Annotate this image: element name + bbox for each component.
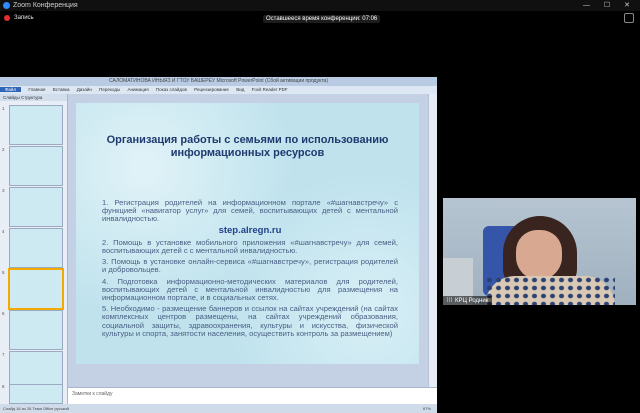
slide-number: 3 xyxy=(2,188,5,193)
ppt-title-bar: САЛОМАТИНОВА ИНЫЯЗ И ГТОУ БАШЕРЕУ Micros… xyxy=(0,77,437,86)
recording-indicator[interactable]: Запись xyxy=(4,15,34,21)
recording-label: Запись xyxy=(14,15,34,21)
window-controls[interactable]: — ☐ ✕ xyxy=(583,0,636,11)
slide-item: 1. Регистрация родителей на информационн… xyxy=(102,198,398,224)
meeting-timer: Оставшееся время конференции: 07:06 xyxy=(263,15,381,23)
shared-screen-powerpoint: САЛОМАТИНОВА ИНЫЯЗ И ГТОУ БАШЕРЕУ Micros… xyxy=(0,77,437,413)
participant-body xyxy=(485,276,615,305)
slide-item: 2. Помощь в установке мобильного приложе… xyxy=(102,237,398,256)
sidebar-tabs[interactable]: Слайды Структура xyxy=(0,94,67,101)
ppt-status-bar: Слайд 16 из 26 Тема Office русский 67% xyxy=(0,404,437,413)
ppt-tab-foxit[interactable]: Foxit Reader PDF xyxy=(252,87,288,92)
slide-thumbnail[interactable] xyxy=(9,105,63,145)
zoom-level[interactable]: 67% xyxy=(423,404,431,413)
slide-thumbnail[interactable] xyxy=(9,228,63,268)
slide-heading: Организация работы с семьями по использо… xyxy=(106,134,389,159)
ppt-ribbon-tabs: Файл Главная Вставка Дизайн Переходы Ани… xyxy=(0,86,437,94)
slide-number: 6 xyxy=(2,311,5,316)
slide-item: 5. Необходимо - размещение баннеров и сс… xyxy=(102,304,398,338)
current-slide[interactable]: Организация работы с семьями по использо… xyxy=(76,103,419,364)
participant-video[interactable]: КРЦ Родник xyxy=(443,198,636,305)
ppt-tab-file[interactable]: Файл xyxy=(0,87,22,92)
slide-number: 5 xyxy=(2,270,5,275)
slide-number: 2 xyxy=(2,147,5,152)
slide-thumbnail[interactable] xyxy=(9,310,63,350)
ppt-tab-insert[interactable]: Вставка xyxy=(53,87,70,92)
window-title: Zoom Конференция xyxy=(13,2,78,9)
vertical-scrollbar[interactable] xyxy=(428,94,437,387)
slide-thumbnail[interactable] xyxy=(9,146,63,186)
slide-number: 7 xyxy=(2,352,5,357)
view-toggle-icon[interactable] xyxy=(624,13,634,23)
ppt-tab-design[interactable]: Дизайн xyxy=(77,87,92,92)
slide-thumbnail[interactable] xyxy=(9,384,63,404)
zoom-title-bar: Zoom Конференция — ☐ ✕ xyxy=(0,0,640,11)
slide-number: 8 xyxy=(2,384,5,389)
slide-item: 3. Помощь в установке онлайн-сервиса «#ш… xyxy=(102,257,398,275)
slide-notes[interactable]: Заметки к слайду xyxy=(68,387,437,404)
slide-thumbnail-selected[interactable] xyxy=(9,269,63,309)
ppt-tab-slideshow[interactable]: Показ слайдов xyxy=(156,87,187,92)
ppt-tab-animation[interactable]: Анимация xyxy=(128,87,149,92)
ppt-tab-view[interactable]: Вид xyxy=(236,87,244,92)
slide-number: 4 xyxy=(2,229,5,234)
slide-editing-area: Организация работы с семьями по использо… xyxy=(68,94,428,387)
participant-name: КРЦ Родник xyxy=(455,298,489,304)
ppt-tab-review[interactable]: Рецензирование xyxy=(194,87,229,92)
zoom-logo-icon xyxy=(3,2,10,9)
record-icon xyxy=(4,15,10,21)
ppt-tab-transitions[interactable]: Переходы xyxy=(99,87,120,92)
status-left: Слайд 16 из 26 Тема Office русский xyxy=(3,406,69,411)
slide-body: 1. Регистрация родителей на информационн… xyxy=(102,198,398,341)
dress-pattern xyxy=(485,276,615,305)
slide-link: step.alregn.ru xyxy=(218,224,282,236)
slide-number: 1 xyxy=(2,106,5,111)
slide-thumbnail[interactable] xyxy=(9,187,63,227)
ppt-tab-home[interactable]: Главная xyxy=(28,87,45,92)
slide-item: 4. Подготовка информационно-методических… xyxy=(102,276,398,303)
participant-name-tag: КРЦ Родник xyxy=(443,296,493,305)
signal-icon xyxy=(447,297,453,302)
participant-face xyxy=(516,230,562,280)
slide-thumbnail-panel: Слайды Структура 1 2 3 4 5 6 7 8 xyxy=(0,94,68,404)
